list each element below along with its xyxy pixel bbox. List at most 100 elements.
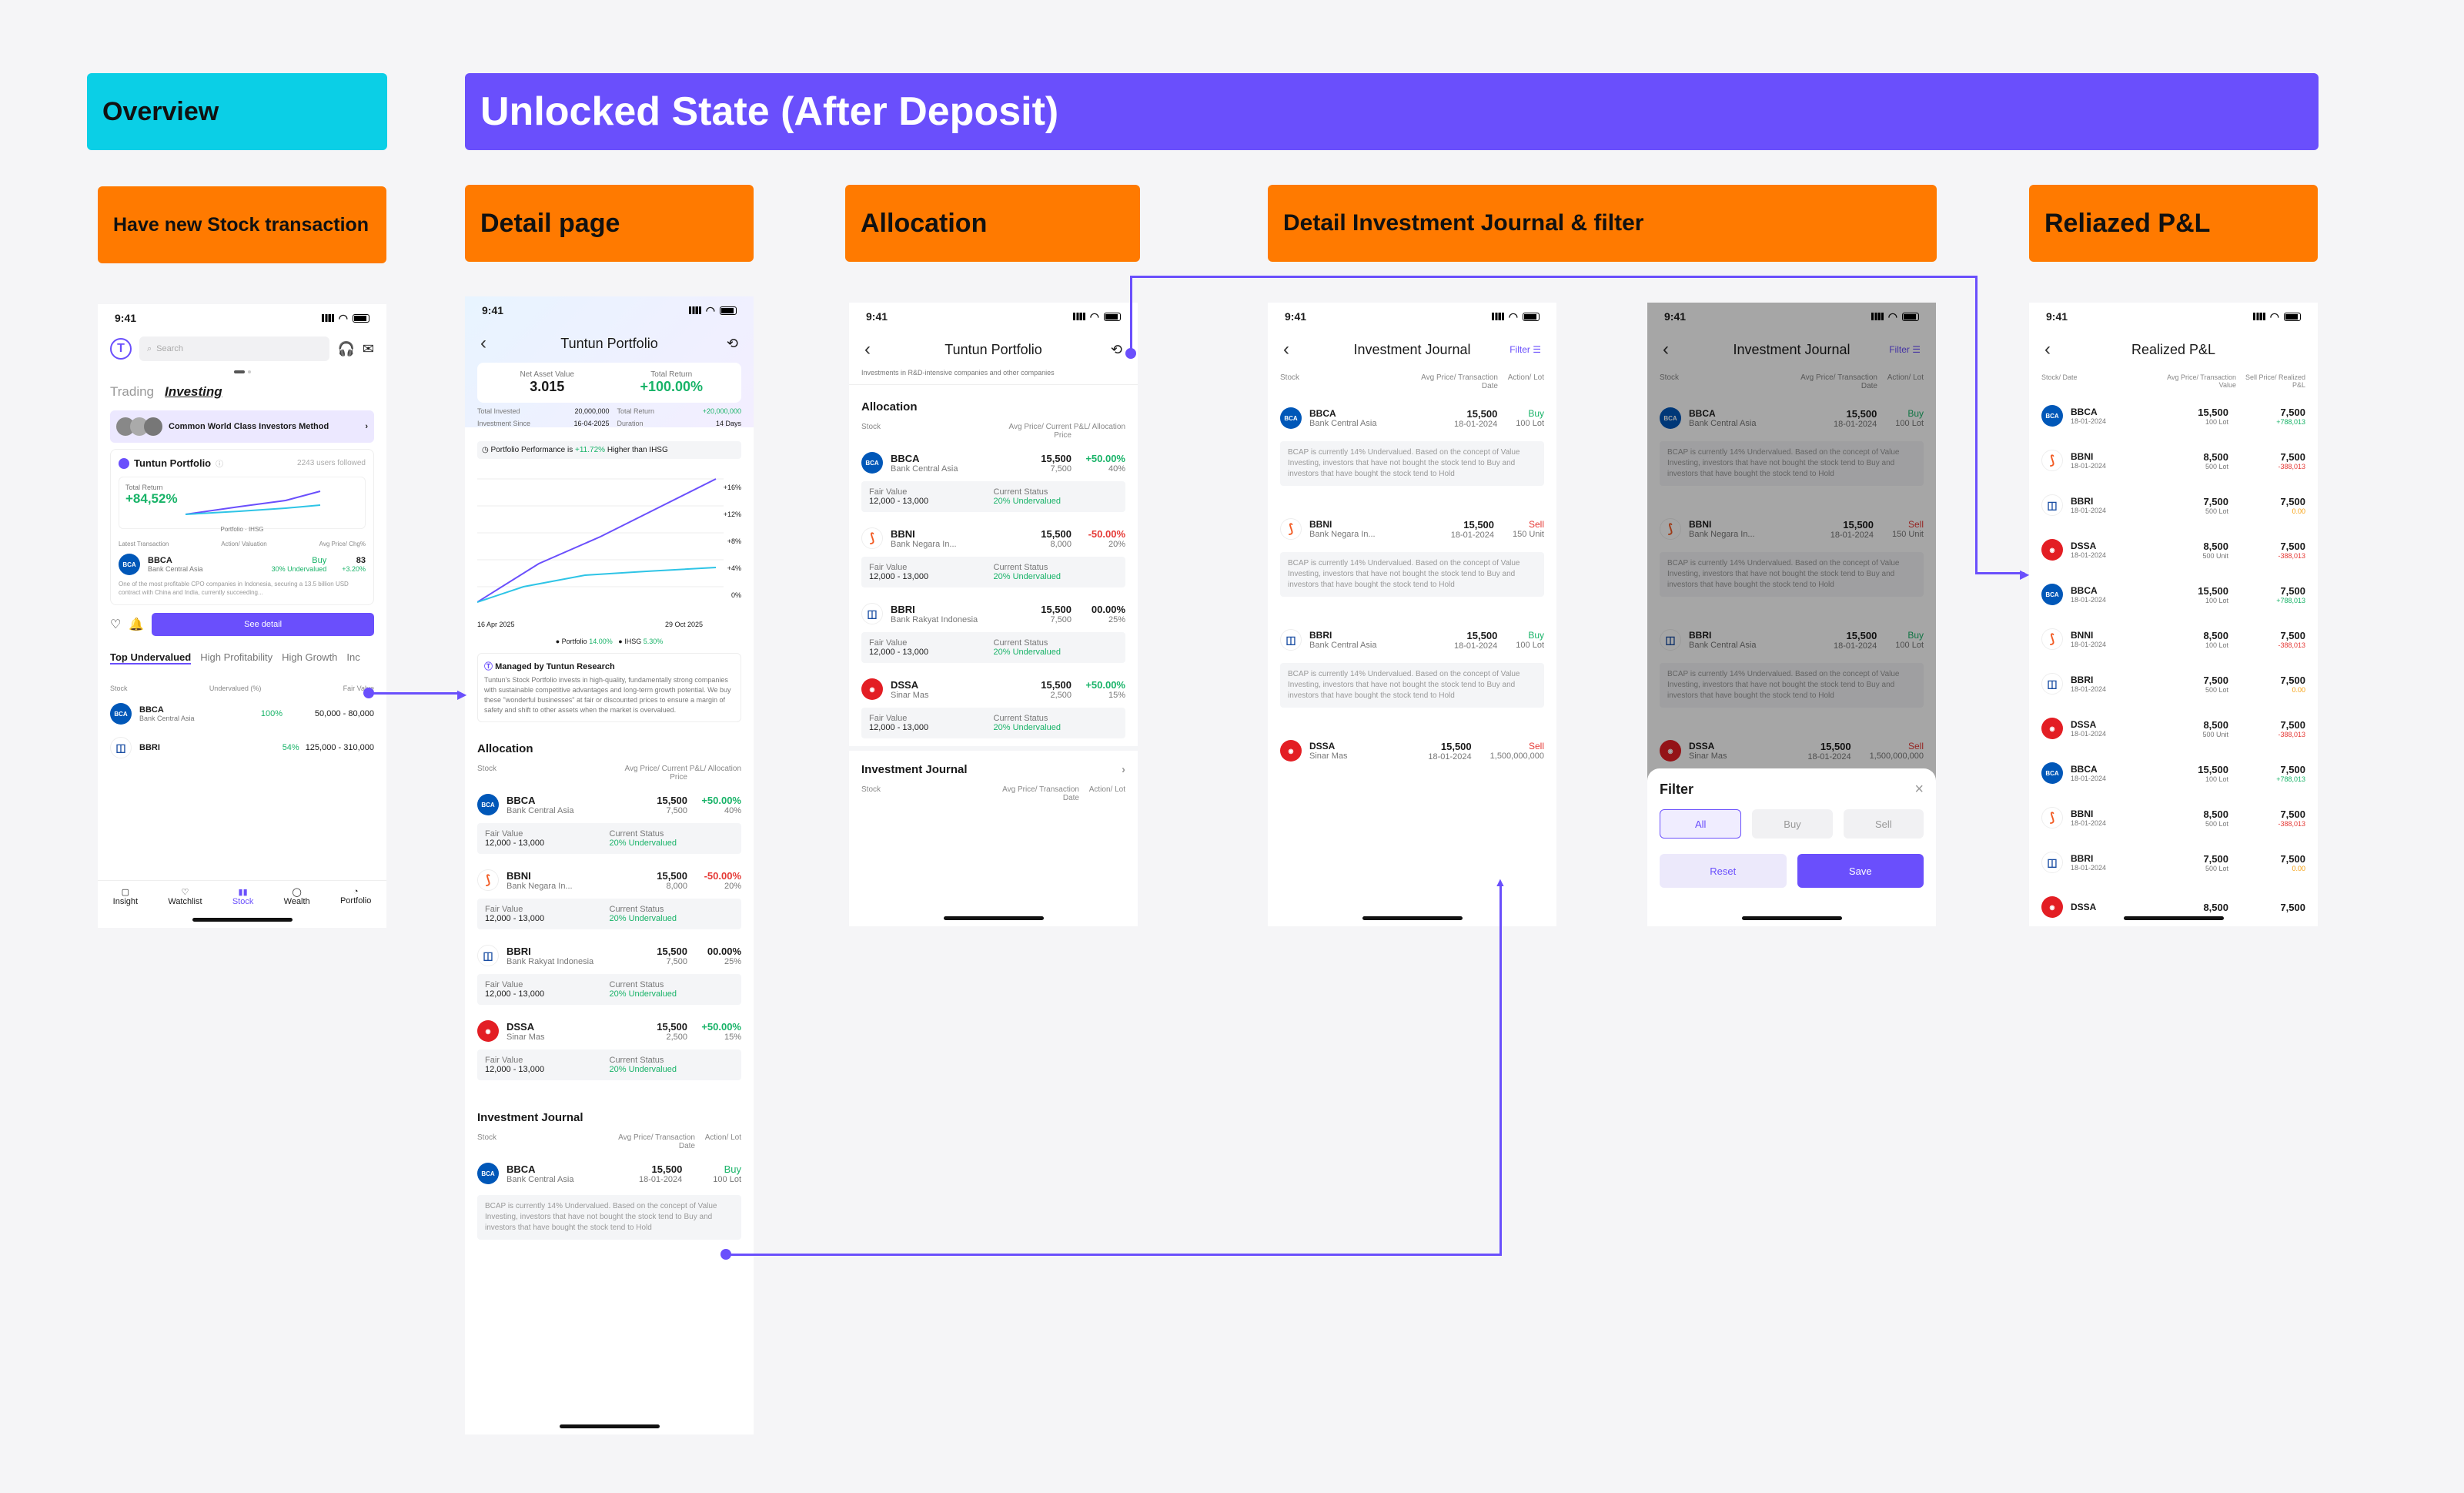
filter-button[interactable]: Filter ☰	[1509, 344, 1541, 355]
allocation-row[interactable]: ◉ DSSA Sinar Mas 15,500 2,500 +50.00% 15%	[465, 1013, 754, 1049]
connector-line	[369, 692, 461, 695]
allocation-row[interactable]: ◫ BBRI Bank Rakyat Indonesia 15,500 7,500 …	[849, 595, 1138, 632]
allocation-screen: 9:41 ◠ ‹ Tuntun Portfolio ⟲ Investments in …	[849, 303, 1138, 926]
realized-row[interactable]: ⟆ BBNI 18-01-2024 8,500 500 Lot 7,500 -388,…	[2029, 438, 2318, 483]
portfolio-card[interactable]: Tuntun Portfolio ⓘ 2243 users followed T…	[110, 449, 374, 605]
bbca-logo-icon: BCA	[1280, 407, 1302, 429]
wifi-icon: ◠	[338, 311, 348, 324]
realized-row[interactable]: BCA BBCA 18-01-2024 15,500 100 Lot 7,500 +7…	[2029, 393, 2318, 438]
allocation-row[interactable]: ◫ BBRI Bank Rakyat Indonesia 15,500 7,500 …	[465, 937, 754, 974]
journal-row[interactable]: ◉ DSSA Sinar Mas 15,500 18-01-2024 Sell 1,5…	[1268, 731, 1556, 771]
bbri-logo-icon: ◫	[2041, 494, 2063, 516]
filter-option-sell[interactable]: Sell	[1843, 809, 1924, 839]
back-icon[interactable]: ‹	[1283, 339, 1289, 360]
journal-filter-screen: 9:41 ◠ ‹ Investment Journal Filter ☰ Stock A…	[1647, 303, 1936, 926]
journal-link[interactable]: Investment Journal ›	[849, 751, 1138, 781]
journal-section-title[interactable]: Investment Journal	[465, 1088, 754, 1129]
realized-row[interactable]: ◫ BBRI 18-01-2024 7,500 500 Lot 7,500 0.00	[2029, 483, 2318, 527]
fair-value-box: Fair Value 12,000 - 13,000 Current Status…	[477, 823, 741, 854]
bnni-logo-icon: ⟆	[2041, 628, 2063, 650]
watchlist-icon: ♡	[181, 888, 189, 897]
allocation-row[interactable]: BCA BBCA Bank Central Asia 15,500 7,500 +5…	[465, 786, 754, 823]
search-input[interactable]: ⌕ Search	[139, 336, 330, 361]
journal-row[interactable]: BCA BBCA Bank Central Asia 15,500 18-01-20…	[1268, 398, 1556, 438]
reset-button[interactable]: Reset	[1660, 854, 1787, 888]
tab-top-undervalued[interactable]: Top Undervalued	[110, 651, 192, 664]
nav-portfolio[interactable]: ◔ Portfolio	[340, 887, 371, 906]
history-icon[interactable]: ⟲	[727, 336, 738, 352]
tab-high-growth[interactable]: High Growth	[282, 651, 337, 664]
journal-row[interactable]: ◫ BBRI Bank Central Asia 15,500 18-01-2024…	[1268, 620, 1556, 660]
bbni-logo-icon: ⟆	[477, 869, 499, 891]
portfolio-icon: ◔	[353, 887, 359, 896]
realized-row[interactable]: ◉ DSSA 18-01-2024 8,500 500 Unit 7,500 -388…	[2029, 527, 2318, 572]
tab-inc[interactable]: Inc	[346, 651, 359, 664]
allocation-row[interactable]: ◉ DSSA Sinar Mas 15,500 2,500 +50.00% 15%	[849, 671, 1138, 708]
journal-row[interactable]: BCA BBCA Bank Central Asia 15,500 18-01-20…	[465, 1155, 754, 1192]
headset-icon[interactable]: 🎧	[337, 341, 354, 357]
bell-icon[interactable]: 🔔	[129, 617, 144, 632]
realized-row[interactable]: ◫ BBRI 18-01-2024 7,500 500 Lot 7,500 0.00	[2029, 661, 2318, 706]
overview-header: Overview	[87, 73, 387, 150]
realized-row[interactable]: ◉ DSSA 18-01-2024 8,500 500 Unit 7,500 -388…	[2029, 706, 2318, 751]
app-logo-icon: T	[110, 338, 132, 360]
tab-trading[interactable]: Trading	[110, 384, 154, 400]
realized-row[interactable]: ⟆ BNNI 18-01-2024 8,500 100 Lot 7,500 -388,…	[2029, 617, 2318, 661]
back-icon[interactable]: ‹	[2044, 339, 2051, 360]
status-time: 9:41	[115, 312, 137, 324]
nav-wealth[interactable]: ◯ Wealth	[284, 887, 310, 906]
dssa-logo-icon: ◉	[477, 1020, 499, 1042]
close-icon[interactable]: ×	[1914, 781, 1924, 798]
allocation-row[interactable]: ⟆ BBNI Bank Negara In... 15,500 8,000 -50.…	[849, 520, 1138, 557]
history-icon[interactable]: ⟲	[1111, 342, 1122, 358]
filter-option-all[interactable]: All	[1660, 809, 1742, 839]
save-button[interactable]: Save	[1797, 854, 1924, 888]
nav-watchlist[interactable]: ♡ Watchlist	[168, 887, 202, 906]
page-title: Tuntun Portfolio	[944, 341, 1042, 357]
realized-row[interactable]: ⟆ BBNI 18-01-2024 8,500 500 Lot 7,500 -388,…	[2029, 795, 2318, 840]
back-icon[interactable]: ‹	[480, 333, 486, 354]
allocation-label: Allocation	[845, 185, 1140, 262]
back-icon[interactable]: ‹	[864, 339, 871, 360]
realized-row[interactable]: BCA BBCA 18-01-2024 15,500 100 Lot 7,500 +7…	[2029, 572, 2318, 617]
bbca-logo-icon: BCA	[2041, 762, 2063, 784]
performance-chart: +16% +12% +8% +4% 0% 16 Apr 2025 29 Oct 2025	[477, 464, 741, 633]
heart-icon[interactable]: ♡	[110, 617, 121, 632]
detail-screen: 9:41 ◠ ‹ Tuntun Portfolio ⟲ Net Asset Value…	[465, 296, 754, 1434]
nav-value: 3.015	[530, 379, 565, 394]
realized-pl-screen: 9:41 ◠ ‹ Realized P&L Stock/ Date Avg Price…	[2029, 303, 2318, 926]
nav-insight[interactable]: ▢ Insight	[113, 887, 138, 906]
wealth-icon: ◯	[292, 888, 302, 897]
bbri-logo-icon: ◫	[2041, 852, 2063, 873]
arrow-right-icon: ▶	[457, 688, 467, 701]
nav-stock[interactable]: ▮▮ Stock	[232, 887, 254, 906]
arrow-right-icon: ▶	[2020, 568, 2030, 581]
dssa-logo-icon: ◉	[1280, 740, 1302, 762]
tab-high-profitability[interactable]: High Profitability	[200, 651, 272, 664]
mail-icon[interactable]: ✉	[363, 341, 374, 357]
fair-value-box: Fair Value 12,000 - 13,000 Current Status…	[861, 481, 1125, 512]
list-item[interactable]: BCA BBCA Bank Central Asia 100% 50,000 - …	[98, 697, 386, 731]
list-item[interactable]: ◫ BBRI 54% 125,000 - 310,000	[98, 731, 386, 765]
filter-option-buy[interactable]: Buy	[1752, 809, 1833, 839]
bbri-logo-icon: ◫	[477, 945, 499, 966]
investors-method-banner[interactable]: Common World Class Investors Method ›	[110, 410, 374, 443]
allocation-row[interactable]: ⟆ BBNI Bank Negara In... 15,500 8,000 -50.…	[465, 862, 754, 899]
realized-row[interactable]: ◫ BBRI 18-01-2024 7,500 500 Lot 7,500 0.00	[2029, 840, 2318, 885]
journal-row[interactable]: ⟆ BBNI Bank Negara In... 15,500 18-01-2024…	[1268, 509, 1556, 549]
bbca-logo-icon: BCA	[119, 554, 140, 575]
realized-row[interactable]: BCA BBCA 18-01-2024 15,500 100 Lot 7,500 +7…	[2029, 751, 2318, 795]
new-transaction-label: Have new Stock transaction	[98, 186, 386, 263]
stock-icon: ▮▮	[238, 888, 248, 897]
connector-line	[1130, 276, 1977, 278]
fair-value-box: Fair Value 12,000 - 13,000 Current Status…	[861, 557, 1125, 587]
fair-value-box: Fair Value 12,000 - 13,000 Current Status…	[861, 632, 1125, 663]
allocation-row[interactable]: BCA BBCA Bank Central Asia 15,500 7,500 +5…	[849, 444, 1138, 481]
see-detail-button[interactable]: See detail	[152, 613, 374, 636]
tuntun-logo-icon: Ⓣ	[484, 662, 493, 671]
unlocked-state-header: Unlocked State (After Deposit)	[465, 73, 2319, 150]
detail-page-label: Detail page	[465, 185, 754, 262]
bbca-logo-icon: BCA	[110, 703, 132, 725]
fair-value-box: Fair Value 12,000 - 13,000 Current Status…	[477, 1049, 741, 1080]
tab-investing[interactable]: Investing	[165, 384, 222, 400]
